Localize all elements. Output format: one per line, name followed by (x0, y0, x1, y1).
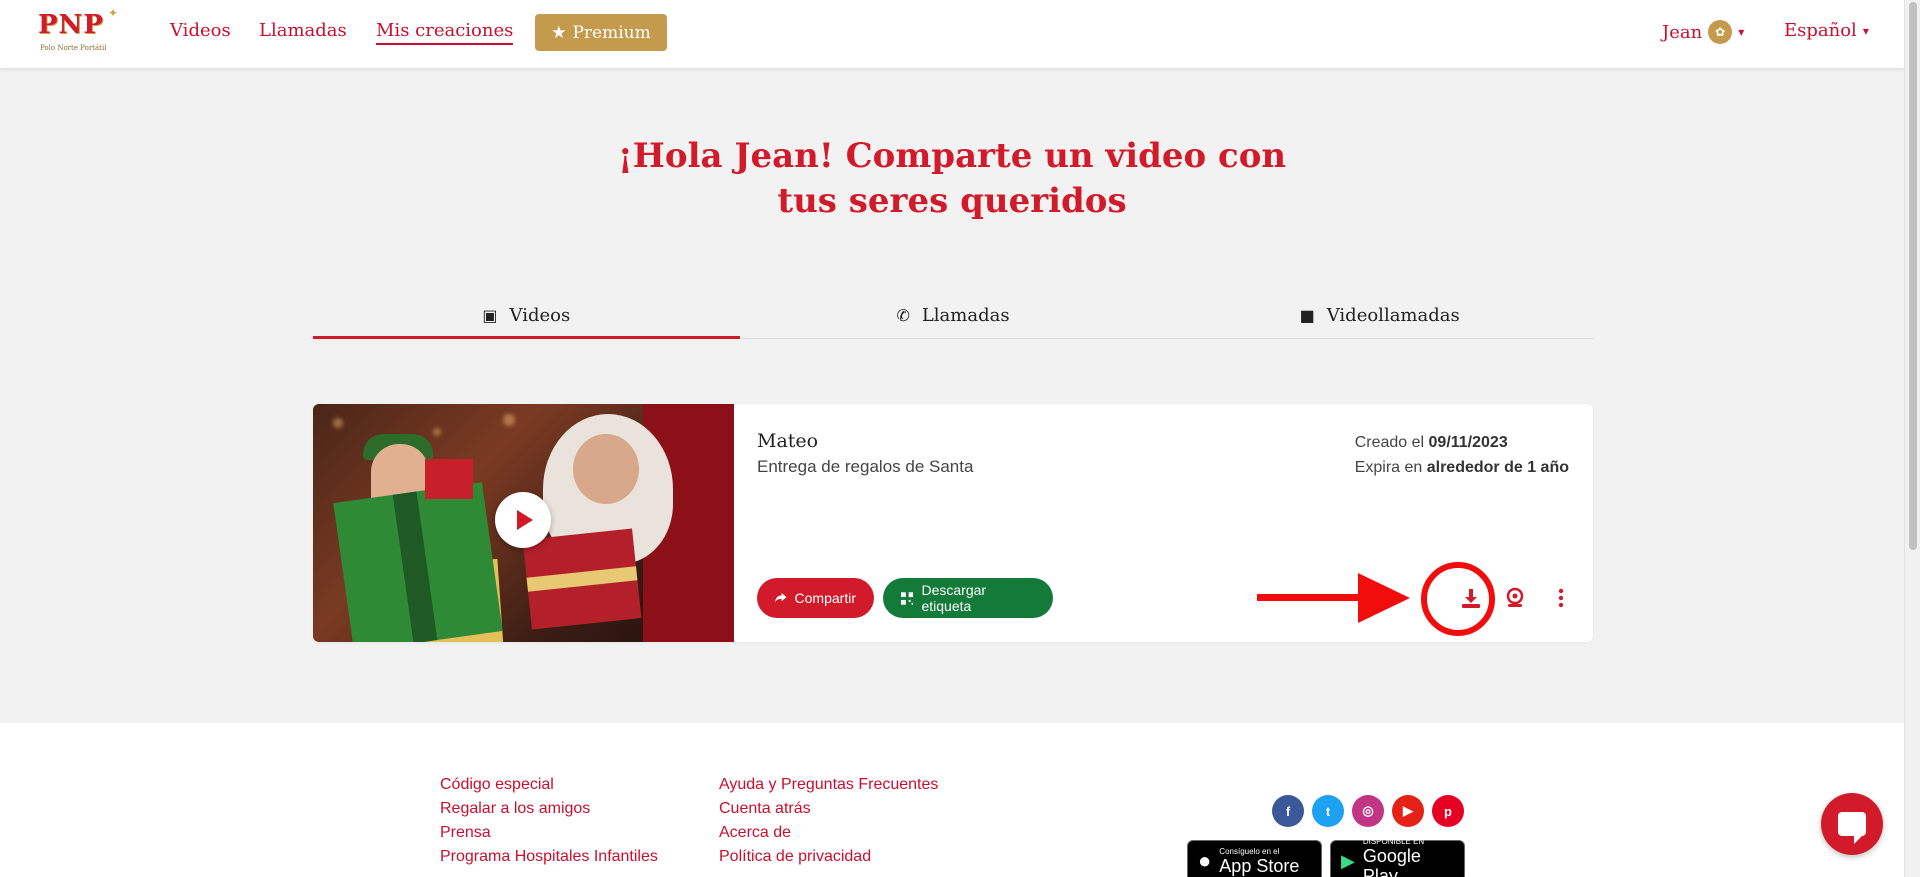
top-header: PNP ✦ Polo Norte Portátil Videos Llamada… (0, 0, 1904, 68)
title-line-1: ¡Hola Jean! Comparte un video con (617, 136, 1287, 176)
page: PNP ✦ Polo Norte Portátil Videos Llamada… (0, 0, 1904, 877)
nav-llamadas[interactable]: Llamadas (259, 20, 347, 41)
tab-videollamadas[interactable]: ■ Videollamadas (1166, 292, 1593, 338)
created-line: Creado el 09/11/2023 (1355, 430, 1569, 455)
play-store-icon: ▶ (1341, 850, 1355, 871)
nav-videos[interactable]: Videos (170, 20, 231, 41)
footer-link[interactable]: Código especial (440, 773, 658, 797)
title-line-2: tus seres queridos (777, 181, 1127, 221)
language-selector[interactable]: Español ▾ (1784, 20, 1869, 41)
premium-button[interactable]: ★ Premium (535, 14, 667, 51)
chat-button[interactable] (1821, 793, 1883, 855)
nav-mis-creaciones[interactable]: Mis creaciones (376, 20, 514, 45)
user-menu[interactable]: Jean ✿ ▾ (1662, 20, 1744, 44)
footer-link[interactable]: Ayuda y Preguntas Frecuentes (719, 773, 938, 797)
footer-link[interactable]: Prensa (440, 821, 658, 845)
gift-ribbon (526, 566, 638, 592)
share-button[interactable]: Compartir (757, 578, 874, 618)
footer-column-1: Código especial Regalar a los amigos Pre… (440, 773, 658, 869)
gift-ribbon (392, 491, 438, 642)
webcam-icon (1506, 587, 1524, 607)
pinterest-icon[interactable]: p (1432, 795, 1464, 827)
more-options-button[interactable] (1545, 582, 1577, 614)
social-links: f t ◎ ▶ p (1272, 795, 1464, 827)
app-store-big: App Store (1219, 855, 1300, 876)
google-play-small: DISPONIBLE EN (1362, 836, 1425, 846)
chevron-down-icon: ▾ (1738, 25, 1745, 39)
premium-label: Premium (572, 22, 651, 43)
page-title: ¡Hola Jean! Comparte un video con tus se… (560, 134, 1344, 224)
footer-link[interactable]: Acerca de (719, 821, 938, 845)
expires-prefix: Expira en (1354, 459, 1423, 476)
play-icon (517, 510, 533, 530)
bokeh-light (503, 414, 515, 426)
tab-label: Videollamadas (1326, 304, 1460, 326)
twitter-icon[interactable]: t (1312, 795, 1344, 827)
logo-subtitle: Polo Norte Portátil (40, 44, 107, 52)
download-label-text: Descargar etiqueta (921, 582, 987, 614)
created-date: 09/11/2023 (1428, 434, 1508, 451)
tab-llamadas[interactable]: ✆ Llamadas (740, 292, 1167, 338)
bokeh-light (333, 418, 343, 428)
page-scrollbar[interactable] (1904, 0, 1920, 877)
creation-tabs: ▣ Videos ✆ Llamadas ■ Videollamadas (313, 292, 1593, 339)
avatar: ✿ (1708, 20, 1733, 44)
scrollbar-thumb[interactable] (1909, 2, 1917, 550)
share-icon (775, 593, 787, 603)
expires-line: Expira en alrededor de 1 año (1355, 455, 1569, 480)
footer-link[interactable]: Cuenta atrás (719, 797, 938, 821)
film-icon: ▣ (482, 305, 498, 325)
phone-icon: ✆ (896, 305, 910, 325)
bokeh-light (433, 428, 441, 436)
annotation-arrow-shaft (1257, 594, 1361, 601)
footer: Código especial Regalar a los amigos Pre… (0, 723, 1904, 877)
google-play-text: DISPONIBLE EN Google Play (1363, 837, 1454, 877)
product-name: Entrega de regalos de Santa (757, 457, 974, 476)
footer-link[interactable]: Regalar a los amigos (440, 797, 658, 821)
recipient-name: Mateo (757, 430, 819, 452)
logo-letters: PNP (38, 10, 104, 40)
google-play-badge[interactable]: ▶ DISPONIBLE EN Google Play (1330, 837, 1465, 877)
gift-red-small (425, 459, 473, 499)
footer-column-2: Ayuda y Preguntas Frecuentes Cuenta atrá… (719, 773, 938, 869)
expires-value: alrededor de 1 año (1426, 459, 1569, 476)
chevron-down-icon: ▾ (1862, 23, 1869, 38)
footer-link[interactable]: Política de privacidad (719, 845, 938, 869)
annotation-arrow-head (1358, 573, 1410, 623)
star-icon: ✦ (108, 6, 119, 20)
user-name: Jean (1662, 21, 1703, 43)
more-vertical-icon (1558, 588, 1564, 608)
gift-red (522, 528, 642, 630)
youtube-icon[interactable]: ▶ (1392, 795, 1424, 827)
qr-code-icon (901, 591, 914, 605)
video-thumbnail[interactable] (313, 404, 734, 642)
gift-green (333, 482, 503, 642)
chat-bubble-icon (1838, 812, 1866, 844)
video-camera-icon: ■ (1299, 305, 1315, 325)
download-label-button[interactable]: Descargar etiqueta (883, 578, 1053, 618)
star-icon: ★ (551, 22, 567, 43)
tab-label: Llamadas (921, 304, 1010, 326)
creation-meta: Creado el 09/11/2023 Expira en alrededor… (1355, 430, 1569, 480)
share-label: Compartir (794, 590, 856, 606)
language-label: Español (1784, 20, 1857, 41)
play-button[interactable] (495, 492, 551, 548)
google-play-big: Google Play (1362, 845, 1421, 877)
tab-label: Videos (509, 304, 571, 326)
app-store-badge[interactable]: ● Consíguelo en el App Store (1187, 840, 1322, 877)
webcam-button[interactable] (1499, 582, 1531, 614)
annotation-circle (1421, 562, 1495, 636)
apple-icon: ● (1198, 848, 1212, 873)
footer-link[interactable]: Programa Hospitales Infantiles (440, 845, 658, 869)
tab-videos[interactable]: ▣ Videos (313, 292, 740, 339)
instagram-icon[interactable]: ◎ (1352, 795, 1384, 827)
created-prefix: Creado el (1354, 434, 1425, 451)
facebook-icon[interactable]: f (1272, 795, 1304, 827)
app-store-text: Consíguelo en el App Store (1219, 847, 1299, 876)
santa-face (573, 434, 639, 504)
app-store-small: Consíguelo en el (1219, 846, 1280, 856)
pnp-logo[interactable]: PNP ✦ Polo Norte Portátil (34, 6, 124, 58)
